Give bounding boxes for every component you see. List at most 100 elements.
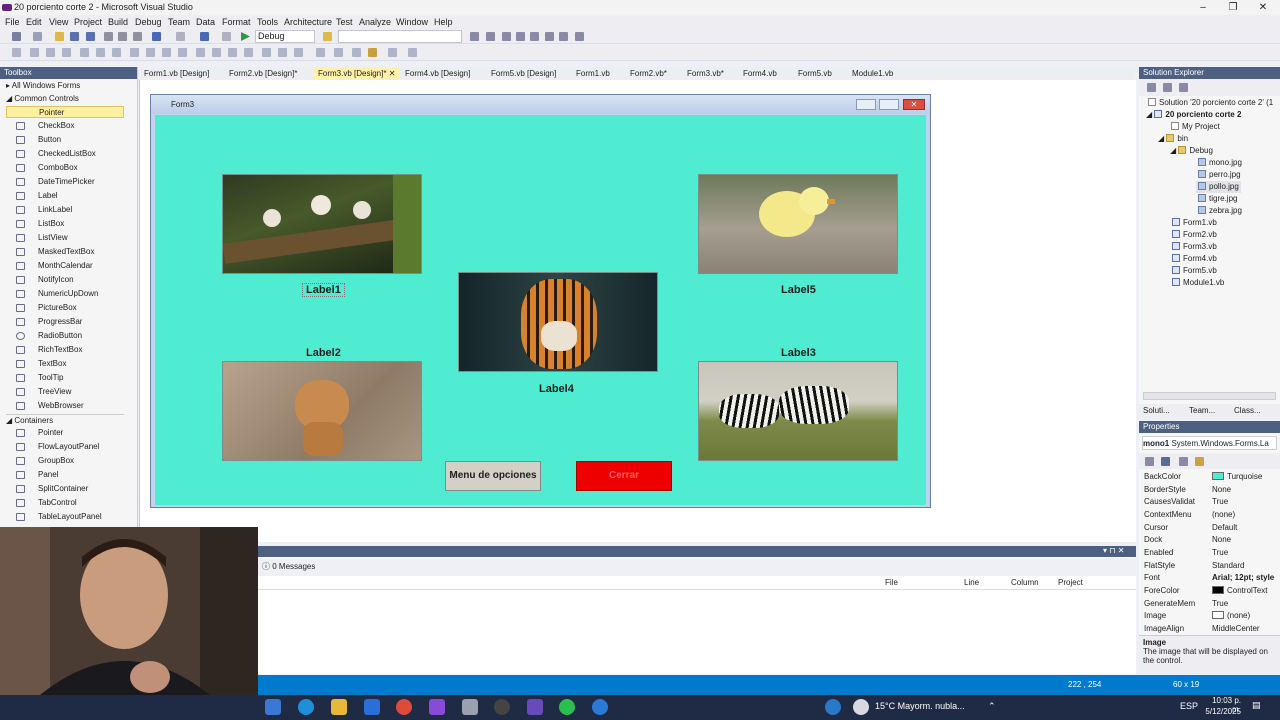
tab-team-explorer[interactable]: Team... [1189, 404, 1215, 418]
decrease-vertical-spacing-icon[interactable] [294, 48, 303, 57]
prop-contextmenu[interactable]: ContextMenu (none) [1144, 509, 1274, 522]
minimize-button[interactable]: – [1188, 0, 1218, 15]
tree-debug[interactable]: ◢ Debug [1170, 145, 1213, 157]
tab-module1-code[interactable]: Module1.vb [848, 67, 897, 80]
mono-picturebox[interactable] [222, 174, 422, 274]
help-icon[interactable] [825, 699, 841, 715]
prop-flatstyle[interactable]: FlatStyle Standard [1144, 560, 1274, 573]
tree-form5-vb[interactable]: Form5.vb [1172, 265, 1217, 277]
snipping-tool-icon[interactable] [462, 699, 478, 715]
prop-cursor[interactable]: Cursor Default [1144, 522, 1274, 535]
language-indicator[interactable]: ESP [1180, 701, 1198, 711]
solution-root[interactable]: Solution '20 porciento corte 2' (1 [1148, 97, 1273, 109]
menu-tools[interactable]: Tools [257, 15, 278, 29]
zebra-picturebox[interactable] [698, 361, 898, 461]
tab-form2-design[interactable]: Form2.vb [Design]* [225, 67, 301, 80]
prop-font[interactable]: Font Arial; 12pt; style [1144, 572, 1274, 585]
label5[interactable]: Label5 [781, 284, 816, 296]
make-same-width-icon[interactable] [130, 48, 139, 57]
app-icon[interactable] [592, 699, 608, 715]
prop-backcolor[interactable]: BackColor Turquoise [1144, 471, 1274, 484]
copy-icon[interactable] [118, 32, 127, 41]
label4[interactable]: Label4 [539, 383, 574, 395]
menu-edit[interactable]: Edit [26, 15, 42, 29]
store-icon[interactable] [429, 699, 445, 715]
outlook-icon[interactable] [364, 699, 380, 715]
properties-icon[interactable] [502, 32, 511, 41]
label3[interactable]: Label3 [781, 347, 816, 359]
tree-module1-vb[interactable]: Module1.vb [1172, 277, 1224, 289]
tree-form3-vb[interactable]: Form3.vb [1172, 241, 1217, 253]
copilot-icon[interactable] [265, 699, 281, 715]
object-browser-icon[interactable] [516, 32, 525, 41]
align-bottoms-icon[interactable] [112, 48, 121, 57]
show-all-files-icon[interactable] [1163, 83, 1172, 92]
tab-form3-code[interactable]: Form3.vb* [683, 67, 728, 80]
form3-window[interactable]: Form3 ✕ Label1 Label2 Label4 Label5 Labe… [150, 94, 931, 508]
find-icon[interactable] [323, 32, 332, 41]
new-project-icon[interactable] [12, 32, 21, 41]
clock-date[interactable]: 5/12/2025 [1203, 707, 1241, 716]
column-file[interactable]: File [885, 576, 898, 590]
properties-icon[interactable] [1147, 83, 1156, 92]
menu-project[interactable]: Project [74, 15, 102, 29]
tree-zebra-jpg[interactable]: zebra.jpg [1198, 205, 1242, 217]
label2[interactable]: Label2 [306, 347, 341, 359]
categorized-icon[interactable] [1145, 457, 1154, 466]
show-hidden-icons-icon[interactable]: ⌃ [988, 701, 996, 712]
alphabetical-icon[interactable] [1161, 457, 1170, 466]
prop-borderstyle[interactable]: BorderStyle None [1144, 484, 1274, 497]
align-centers-icon[interactable] [46, 48, 55, 57]
tab-form1-code[interactable]: Form1.vb [572, 67, 614, 80]
obs-icon[interactable] [494, 699, 510, 715]
open-file-icon[interactable] [55, 32, 64, 41]
tab-form4-design[interactable]: Form4.vb [Design] [401, 67, 474, 80]
tree-tigre-jpg[interactable]: tigre.jpg [1198, 193, 1237, 205]
menu-analyze[interactable]: Analyze [359, 15, 391, 29]
menu-architecture[interactable]: Architecture [284, 15, 332, 29]
prop-generatemember[interactable]: GenerateMem True [1144, 598, 1274, 611]
toolbox-containers[interactable]: ◢ Containers [6, 414, 124, 426]
align-lefts-icon[interactable] [30, 48, 39, 57]
menu-data[interactable]: Data [196, 15, 215, 29]
toolbox-common-controls[interactable]: ◢ Common Controls [6, 93, 79, 105]
tree-form1-vb[interactable]: Form1.vb [1172, 217, 1217, 229]
column-column[interactable]: Column [1011, 576, 1039, 590]
increase-vertical-spacing-icon[interactable] [278, 48, 287, 57]
make-same-height-icon[interactable] [146, 48, 155, 57]
file-explorer-icon[interactable] [331, 699, 347, 715]
refresh-icon[interactable] [1179, 83, 1188, 92]
close-button[interactable]: ✕ [1248, 0, 1278, 15]
cut-icon[interactable] [104, 32, 113, 41]
tree-mono-jpg[interactable]: mono.jpg [1198, 157, 1242, 169]
tigre-picturebox[interactable] [458, 272, 658, 372]
whatsapp-icon[interactable] [559, 699, 575, 715]
menu-debug[interactable]: Debug [135, 15, 162, 29]
send-to-back-icon[interactable] [368, 48, 377, 57]
navigate-back-icon[interactable] [200, 32, 209, 41]
prop-image[interactable]: Image (none) [1144, 610, 1274, 623]
add-item-icon[interactable] [33, 32, 42, 41]
start-debug-icon[interactable] [241, 32, 250, 41]
edge-icon[interactable] [298, 699, 314, 715]
align-tops-icon[interactable] [80, 48, 89, 57]
label1[interactable]: Label1 [302, 283, 345, 297]
solution-explorer-icon[interactable] [486, 32, 495, 41]
decrease-horizontal-spacing-icon[interactable] [228, 48, 237, 57]
notifications-icon[interactable]: ▤ [1252, 700, 1261, 711]
tab-class-view[interactable]: Class... [1234, 404, 1261, 418]
align-middles-icon[interactable] [96, 48, 105, 57]
toolbox-item-pointer[interactable]: Pointer [6, 106, 124, 118]
menu-file[interactable]: File [5, 15, 20, 29]
tree-my-project[interactable]: My Project [1171, 121, 1220, 133]
menu-test[interactable]: Test [336, 15, 353, 29]
extension-manager-icon[interactable] [559, 32, 568, 41]
bring-to-front-icon[interactable] [352, 48, 361, 57]
object-selector-dropdown[interactable]: mono1 System.Windows.Forms.La [1142, 436, 1277, 450]
weather-text[interactable]: 15°C Mayorm. nubla... [875, 701, 965, 711]
menu-help[interactable]: Help [434, 15, 453, 29]
toolbox-all-windows-forms[interactable]: ▸ All Windows Forms [6, 80, 80, 92]
center-vertically-icon[interactable] [334, 48, 343, 57]
messages-filter[interactable]: ⓘ 0 Messages [258, 558, 1136, 576]
tree-form2-vb[interactable]: Form2.vb [1172, 229, 1217, 241]
